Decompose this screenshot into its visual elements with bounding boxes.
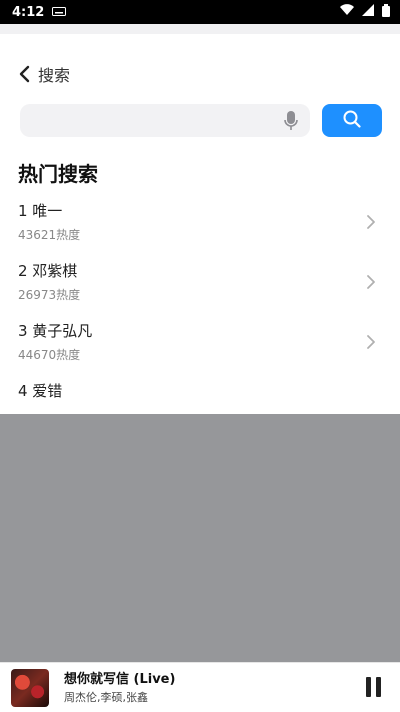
- dim-overlay[interactable]: [0, 414, 400, 662]
- chevron-right-icon: [366, 274, 376, 294]
- hot-search-item-3[interactable]: 3 黄子弘凡 44670热度: [0, 318, 400, 378]
- search-page: 搜索 热门搜索 1 唯一 43621热度 2 邓紫棋 26973热度 3 黄子弘…: [0, 34, 400, 414]
- mini-player[interactable]: 想你就写信 (Live) 周杰伦,李硕,张鑫: [0, 662, 400, 712]
- track-info: 想你就写信 (Live) 周杰伦,李硕,张鑫: [64, 671, 175, 705]
- search-button[interactable]: [322, 104, 382, 137]
- battery-icon: [382, 3, 390, 21]
- hot-search-item-2[interactable]: 2 邓紫棋 26973热度: [0, 258, 400, 318]
- hot-search-list: 1 唯一 43621热度 2 邓紫棋 26973热度 3 黄子弘凡 44670热…: [0, 198, 400, 414]
- search-box: [20, 104, 310, 137]
- item-name: 2 邓紫棋: [18, 262, 78, 280]
- back-button[interactable]: 搜索: [18, 62, 70, 86]
- status-time: 4:12: [12, 4, 45, 20]
- artist-name: 周杰伦,李硕,张鑫: [64, 690, 148, 704]
- song-title: 想你就写信 (Live): [64, 671, 176, 687]
- chevron-right-icon: [366, 214, 376, 234]
- album-cover[interactable]: [11, 668, 49, 707]
- top-strip: [0, 24, 400, 34]
- wifi-icon: [340, 4, 354, 20]
- page-title: 搜索: [38, 66, 71, 85]
- hot-search-item-1[interactable]: 1 唯一 43621热度: [0, 198, 400, 258]
- item-heat: 43621热度: [18, 228, 81, 242]
- microphone-icon[interactable]: [282, 110, 300, 131]
- chevron-right-icon: [366, 334, 376, 354]
- hot-search-title: 热门搜索: [18, 162, 98, 186]
- keyboard-icon: [52, 6, 67, 19]
- item-name: 4 爱错: [18, 382, 63, 400]
- search-bar: [20, 104, 382, 138]
- item-heat: 44670热度: [18, 348, 81, 362]
- search-input[interactable]: [32, 112, 282, 129]
- chevron-left-icon: [18, 65, 30, 83]
- item-name: 3 黄子弘凡: [18, 322, 93, 340]
- pause-icon[interactable]: [366, 677, 382, 697]
- item-name: 1 唯一: [18, 202, 63, 220]
- hot-search-item-4[interactable]: 4 爱错: [0, 378, 400, 414]
- status-bar: 4:12: [0, 0, 400, 24]
- signal-icon: [362, 4, 374, 20]
- search-icon: [343, 110, 361, 132]
- item-heat: 26973热度: [18, 288, 81, 302]
